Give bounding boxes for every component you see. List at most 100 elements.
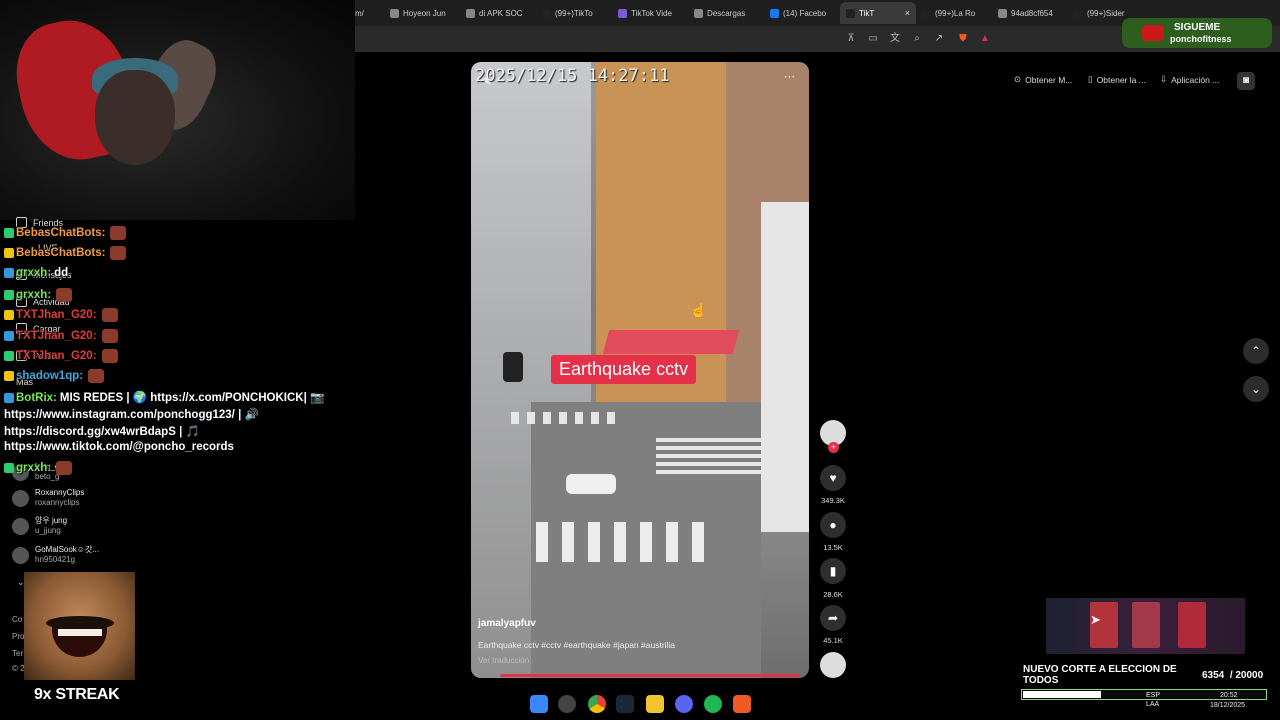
video-caption: Earthquake cctv bbox=[551, 355, 697, 384]
desktop-app-button[interactable]: ⇩ Aplicación ... bbox=[1160, 74, 1219, 85]
browser-tab[interactable]: (99+)La Ro bbox=[916, 2, 992, 24]
avatar bbox=[12, 517, 29, 535]
see-translation-link[interactable]: Ver traducción bbox=[478, 656, 529, 665]
comment-button[interactable]: ● bbox=[820, 512, 846, 538]
chat-message: https://discord.gg/xw4wrBdapS | 🎵 bbox=[4, 424, 200, 438]
reader-icon[interactable]: ⊼ bbox=[845, 33, 857, 45]
share-button[interactable]: ➦ bbox=[820, 605, 846, 631]
chat-username[interactable]: TXTJhan_G20: bbox=[16, 309, 97, 321]
brave-icon[interactable] bbox=[733, 695, 751, 713]
tab-favicon-icon bbox=[466, 8, 475, 18]
following-username: roxannyclips bbox=[35, 498, 80, 507]
browser-tab[interactable]: (14) Facebo bbox=[764, 2, 840, 24]
button-label: Obtener M... bbox=[1025, 74, 1073, 85]
chat-username[interactable]: shadow1qp: bbox=[16, 370, 83, 382]
chat-message: TXTJhan_G20: bbox=[4, 329, 118, 343]
tray-language[interactable]: ESP bbox=[1146, 692, 1160, 699]
browser-tab[interactable]: di APK SOC bbox=[460, 2, 536, 24]
video-author[interactable]: jamalyapfuv bbox=[478, 618, 536, 629]
following-username: hn950421g bbox=[35, 555, 76, 564]
browser-tab[interactable]: 94ad8cf654 bbox=[992, 2, 1068, 24]
music-disc-icon[interactable] bbox=[820, 652, 846, 678]
brave-rewards-icon[interactable]: ▲ bbox=[979, 33, 991, 45]
button-label: Obtener la ... bbox=[1096, 74, 1146, 85]
browser-tab[interactable]: TikT × bbox=[840, 2, 916, 24]
browser-tab[interactable]: TikTok Vide bbox=[612, 2, 688, 24]
like-button[interactable]: ♥ bbox=[820, 465, 846, 491]
following-item[interactable]: GoMalSook☺갓... hn950421g bbox=[12, 545, 99, 565]
chat-username[interactable]: grxxh: bbox=[16, 267, 51, 279]
chevron-down-icon: ⌄ bbox=[1250, 382, 1262, 396]
get-app-button[interactable]: ▯ Obtener la ... bbox=[1088, 74, 1146, 85]
previous-video-button[interactable]: ⌃ bbox=[1243, 338, 1269, 364]
follow-plus-icon[interactable]: + bbox=[828, 442, 839, 453]
chat-emote-icon bbox=[101, 349, 118, 363]
chat-username[interactable]: grxxh: bbox=[16, 289, 51, 301]
tray-time[interactable]: 20:52 bbox=[1220, 692, 1238, 699]
app-icon[interactable] bbox=[558, 695, 576, 713]
sidebar-footer-1[interactable]: Co bbox=[12, 615, 22, 624]
chat-message: BebasChatBots: bbox=[4, 226, 127, 240]
close-icon[interactable]: × bbox=[905, 8, 910, 18]
avatar bbox=[12, 546, 29, 564]
comment-count: 13.5K bbox=[823, 543, 843, 552]
button-label: Aplicación ... bbox=[1171, 74, 1220, 85]
chat-username[interactable]: BebasChatBots: bbox=[16, 247, 105, 259]
translate-icon[interactable]: 文 bbox=[889, 33, 901, 45]
chat-message: https://www.tiktok.com/@poncho_records bbox=[4, 441, 234, 453]
get-coins-button[interactable]: ⊙ Obtener M... bbox=[1014, 74, 1072, 85]
tab-favicon-icon bbox=[618, 8, 627, 18]
share-icon[interactable]: ↗ bbox=[933, 33, 945, 45]
windows-start-icon[interactable] bbox=[530, 695, 548, 713]
video-progress-bar[interactable] bbox=[500, 674, 800, 677]
sidebar-footer-2[interactable]: Pro bbox=[12, 632, 24, 641]
brave-shield-icon[interactable]: ⛊ bbox=[957, 33, 969, 45]
vote-title: NUEVO CORTE A ELECCION DE TODOS bbox=[1023, 664, 1177, 686]
chat-username[interactable]: TXTJhan_G20: bbox=[16, 330, 97, 342]
chat-username[interactable]: BebasChatBots: bbox=[16, 227, 105, 239]
save-button[interactable]: ▮ bbox=[820, 558, 846, 584]
following-item[interactable]: 양우 jung u_jjung bbox=[12, 516, 67, 536]
chat-message: BotRix: MIS REDES | 🌍 https://x.com/PONCH… bbox=[4, 390, 324, 404]
sidebar-footer-3[interactable]: Ter bbox=[12, 649, 23, 658]
spotify-icon[interactable] bbox=[704, 695, 722, 713]
zoom-icon[interactable]: ⌕ bbox=[911, 33, 923, 45]
chat-message: BebasChatBots: bbox=[4, 246, 127, 260]
youtube-icon bbox=[1142, 25, 1164, 41]
tab-label: TikTok Vide bbox=[631, 8, 672, 18]
more-options-icon[interactable]: ⋯ bbox=[784, 70, 795, 83]
chat-emote-icon bbox=[101, 329, 118, 343]
screenshot-icon[interactable]: ▭ bbox=[867, 33, 879, 45]
chat-emote-icon bbox=[101, 308, 118, 322]
chat-username[interactable]: grxxh: bbox=[16, 462, 51, 474]
chat-badge-icon bbox=[4, 228, 14, 238]
next-video-button[interactable]: ⌄ bbox=[1243, 376, 1269, 402]
creator-tools-icon[interactable]: ◙ bbox=[1237, 72, 1255, 90]
sidebar-footer-4[interactable]: © 2 bbox=[12, 664, 25, 673]
discord-icon[interactable] bbox=[675, 695, 693, 713]
chrome-icon[interactable] bbox=[588, 695, 606, 713]
chat-emote-icon bbox=[56, 461, 73, 475]
chat-badge-icon bbox=[4, 371, 14, 381]
hand-cursor-icon: ☝ bbox=[690, 302, 708, 318]
vote-count: 6354 / 20000 bbox=[1202, 670, 1263, 681]
chat-username[interactable]: BotRix: bbox=[16, 392, 57, 404]
tab-favicon-icon bbox=[390, 8, 399, 18]
tab-label: Descargas bbox=[707, 8, 746, 18]
tab-favicon-icon bbox=[1074, 8, 1083, 18]
browser-tab[interactable]: (99+)TikTo bbox=[536, 2, 612, 24]
browser-tab[interactable]: Descargas bbox=[688, 2, 764, 24]
following-item[interactable]: RoxannyClips roxannyclips bbox=[12, 488, 84, 508]
tab-favicon-icon bbox=[694, 8, 703, 18]
folder-icon[interactable] bbox=[646, 695, 664, 713]
chat-text: https://discord.gg/xw4wrBdapS | 🎵 bbox=[4, 426, 200, 438]
chat-emote-icon bbox=[88, 369, 105, 383]
browser-tab[interactable]: Hoyeon Jun bbox=[384, 2, 460, 24]
tab-label: TikT bbox=[859, 8, 875, 18]
chat-username[interactable]: TXTJhan_G20: bbox=[16, 350, 97, 362]
tab-label: Hoyeon Jun bbox=[403, 8, 446, 18]
share-count: 45.1K bbox=[823, 636, 843, 645]
steam-icon[interactable] bbox=[616, 695, 634, 713]
chat-emote-icon bbox=[56, 288, 73, 302]
streak-label: 9x STREAK bbox=[34, 686, 120, 703]
